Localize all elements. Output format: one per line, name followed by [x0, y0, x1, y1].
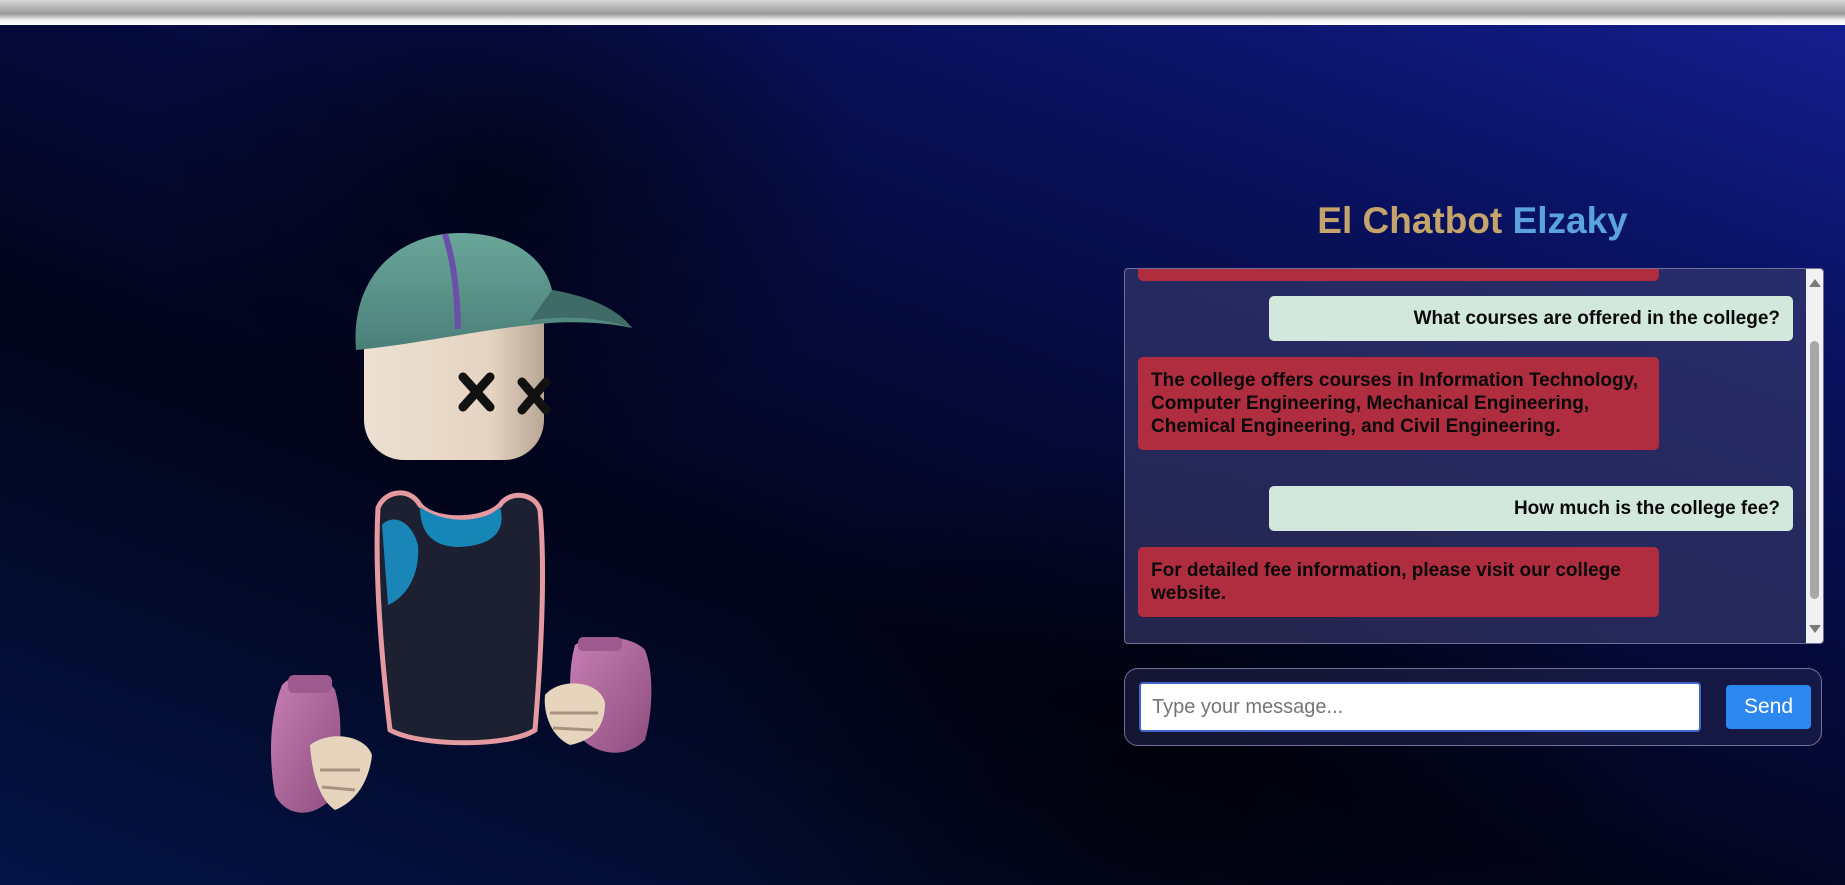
user-message: What courses are offered in the college? [1269, 296, 1793, 341]
app-scene: El Chatbot Elzaky What courses are offer… [0, 25, 1845, 885]
chat-title-part1: El Chatbot [1317, 200, 1503, 241]
bot-message: The college offers courses in Informatio… [1138, 357, 1659, 450]
chat-messages-panel[interactable]: What courses are offered in the college?… [1124, 268, 1824, 644]
user-message: How much is the college fee? [1269, 486, 1793, 531]
chat-title: El Chatbot Elzaky [1125, 198, 1820, 244]
scroll-thumb[interactable] [1810, 341, 1819, 599]
3d-character-avatar [270, 233, 652, 813]
send-button[interactable]: Send [1726, 685, 1811, 729]
scroll-up-arrow-icon[interactable] [1809, 279, 1821, 287]
browser-toolbar [0, 0, 1845, 25]
chat-title-part2: Elzaky [1512, 200, 1628, 241]
scroll-down-arrow-icon[interactable] [1809, 625, 1821, 633]
message-input[interactable] [1139, 682, 1701, 732]
chat-scrollbar[interactable] [1806, 269, 1823, 643]
avatar-right-glove [544, 637, 652, 753]
message-input-panel: Send [1124, 668, 1822, 746]
avatar-left-glove [270, 675, 372, 813]
bot-message: For detailed fee information, please vis… [1138, 547, 1659, 617]
bot-message [1138, 269, 1659, 281]
